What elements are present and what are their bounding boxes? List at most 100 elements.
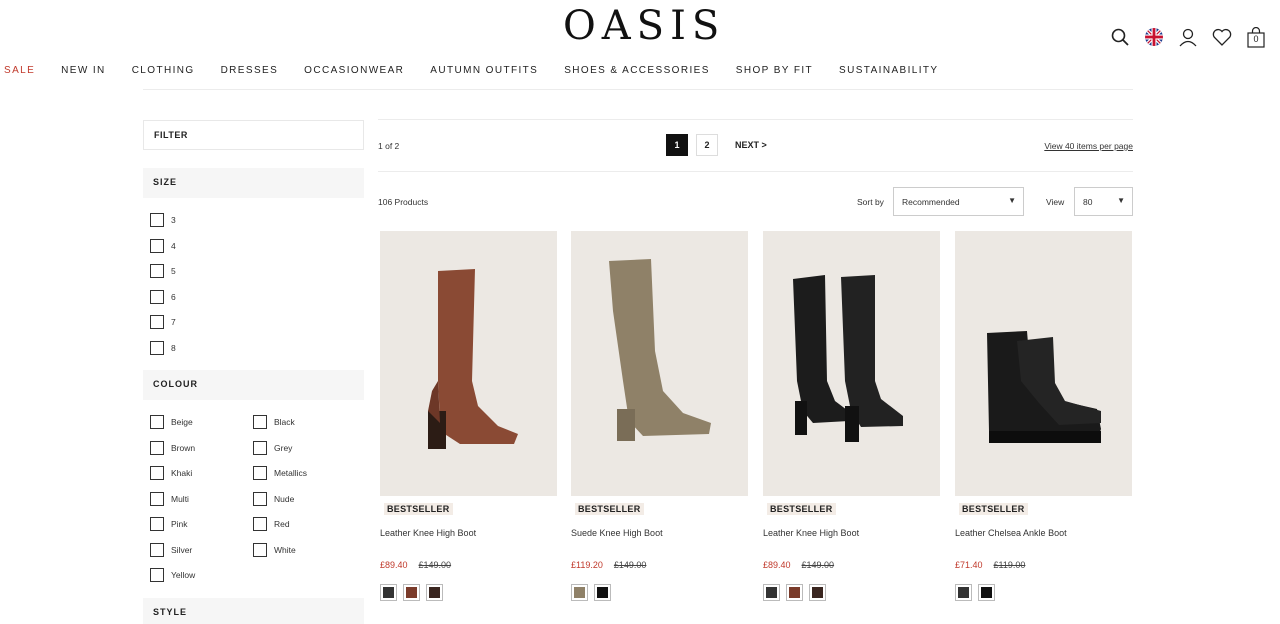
- product-count: 106 Products: [378, 197, 429, 207]
- checkbox[interactable]: [150, 315, 164, 329]
- wishlist-heart-icon[interactable]: [1212, 26, 1232, 48]
- colour-option-khaki[interactable]: Khaki: [150, 466, 192, 480]
- checkbox[interactable]: [253, 517, 267, 531]
- product-card[interactable]: BESTSELLER Suede Knee High Boot £119.20 …: [571, 231, 748, 601]
- sort-label: Sort by: [857, 197, 884, 207]
- nav-item-autumn-outfits[interactable]: AUTUMN OUTFITS: [430, 65, 538, 79]
- brand-logo[interactable]: OASIS: [563, 6, 719, 46]
- checkbox[interactable]: [150, 264, 164, 278]
- original-price: £119.00: [993, 560, 1026, 570]
- checkbox[interactable]: [150, 543, 164, 557]
- checkbox[interactable]: [253, 415, 267, 429]
- view-select-value: 80: [1083, 197, 1093, 207]
- sort-select[interactable]: Recommended ▼: [893, 187, 1024, 216]
- basket-icon[interactable]: 0: [1246, 26, 1266, 48]
- checkbox[interactable]: [150, 341, 164, 355]
- colour-option-nude[interactable]: Nude: [253, 492, 294, 506]
- product-image[interactable]: [955, 231, 1132, 496]
- product-card[interactable]: BESTSELLER Leather Chelsea Ankle Boot £7…: [955, 231, 1132, 601]
- filter-header[interactable]: FILTER: [143, 120, 364, 150]
- search-icon[interactable]: [1110, 26, 1130, 48]
- checkbox[interactable]: [150, 492, 164, 506]
- basket-count: 0: [1253, 34, 1259, 44]
- view-per-page-link[interactable]: View 40 items per page: [1044, 141, 1133, 151]
- bestseller-badge: BESTSELLER: [575, 503, 644, 515]
- checkbox[interactable]: [150, 415, 164, 429]
- nav-item-occasionwear[interactable]: OCCASIONWEAR: [304, 65, 404, 79]
- checkbox[interactable]: [150, 239, 164, 253]
- size-option-7[interactable]: 7: [150, 315, 176, 329]
- checkbox[interactable]: [253, 492, 267, 506]
- colour-option-black[interactable]: Black: [253, 415, 295, 429]
- product-name[interactable]: Suede Knee High Boot: [571, 528, 748, 538]
- product-card[interactable]: BESTSELLER Leather Knee High Boot £89.40…: [763, 231, 940, 601]
- colour-swatch[interactable]: [571, 584, 588, 601]
- nav-divider: [143, 89, 1133, 90]
- nav-item-shoes-accessories[interactable]: SHOES & ACCESSORIES: [564, 65, 710, 79]
- product-name[interactable]: Leather Chelsea Ankle Boot: [955, 528, 1132, 538]
- size-section-header[interactable]: SIZE: [143, 168, 364, 198]
- colour-option-yellow[interactable]: Yellow: [150, 568, 195, 582]
- checkbox[interactable]: [150, 568, 164, 582]
- nav-item-dresses[interactable]: DRESSES: [221, 65, 279, 79]
- colour-swatch[interactable]: [978, 584, 995, 601]
- product-image[interactable]: [763, 231, 940, 496]
- colour-swatch[interactable]: [786, 584, 803, 601]
- colour-section-header[interactable]: COLOUR: [143, 370, 364, 400]
- checkbox[interactable]: [150, 441, 164, 455]
- checkbox[interactable]: [253, 543, 267, 557]
- checkbox[interactable]: [150, 213, 164, 227]
- size-option-6[interactable]: 6: [150, 290, 176, 304]
- colour-option-pink[interactable]: Pink: [150, 517, 188, 531]
- view-select[interactable]: 80 ▼: [1074, 187, 1133, 216]
- next-page-link[interactable]: NEXT >: [735, 140, 767, 150]
- colour-option-brown[interactable]: Brown: [150, 441, 195, 455]
- colour-swatch[interactable]: [403, 584, 420, 601]
- colour-option-multi[interactable]: Multi: [150, 492, 189, 506]
- checkbox[interactable]: [150, 290, 164, 304]
- colour-swatch[interactable]: [594, 584, 611, 601]
- colour-swatch[interactable]: [426, 584, 443, 601]
- colour-swatch[interactable]: [955, 584, 972, 601]
- nav-item-clothing[interactable]: CLOTHING: [132, 65, 195, 79]
- colour-option-beige[interactable]: Beige: [150, 415, 193, 429]
- product-name[interactable]: Leather Knee High Boot: [763, 528, 940, 538]
- view-label: View: [1046, 197, 1065, 207]
- checkbox[interactable]: [150, 466, 164, 480]
- style-section-header[interactable]: STYLE: [143, 598, 364, 624]
- nav-item-shop-by-fit[interactable]: SHOP BY FIT: [736, 65, 813, 79]
- nav-item-sale[interactable]: SALE: [4, 65, 35, 79]
- toolbar-divider-bottom: [378, 171, 1133, 172]
- colour-swatch[interactable]: [380, 584, 397, 601]
- colour-option-silver[interactable]: Silver: [150, 543, 192, 557]
- checkbox[interactable]: [253, 441, 267, 455]
- nav-item-sustainability[interactable]: SUSTAINABILITY: [839, 65, 938, 79]
- size-option-3[interactable]: 3: [150, 213, 176, 227]
- product-card[interactable]: BESTSELLER Leather Knee High Boot £89.40…: [380, 231, 557, 601]
- checkbox[interactable]: [150, 517, 164, 531]
- colour-swatch[interactable]: [809, 584, 826, 601]
- nav-item-new-in[interactable]: NEW IN: [61, 65, 106, 79]
- colour-option-white[interactable]: White: [253, 543, 296, 557]
- product-name[interactable]: Leather Knee High Boot: [380, 528, 557, 538]
- product-prices: £119.20 £149.00: [571, 560, 748, 570]
- size-option-8[interactable]: 8: [150, 341, 176, 355]
- colour-swatches: [571, 584, 748, 601]
- page-2-button[interactable]: 2: [696, 134, 718, 156]
- colour-option-red[interactable]: Red: [253, 517, 290, 531]
- product-image[interactable]: [380, 231, 557, 496]
- sale-price: £89.40: [763, 560, 791, 570]
- size-option-4[interactable]: 4: [150, 239, 176, 253]
- colour-option-grey[interactable]: Grey: [253, 441, 292, 455]
- uk-flag-icon[interactable]: [1144, 26, 1164, 48]
- checkbox[interactable]: [253, 466, 267, 480]
- bestseller-badge: BESTSELLER: [384, 503, 453, 515]
- sort-select-value: Recommended: [902, 197, 960, 207]
- page-1-button[interactable]: 1: [666, 134, 688, 156]
- size-option-5[interactable]: 5: [150, 264, 176, 278]
- original-price: £149.00: [613, 560, 647, 570]
- account-icon[interactable]: [1178, 26, 1198, 48]
- colour-swatch[interactable]: [763, 584, 780, 601]
- product-image[interactable]: [571, 231, 748, 496]
- colour-option-metallics[interactable]: Metallics: [253, 466, 307, 480]
